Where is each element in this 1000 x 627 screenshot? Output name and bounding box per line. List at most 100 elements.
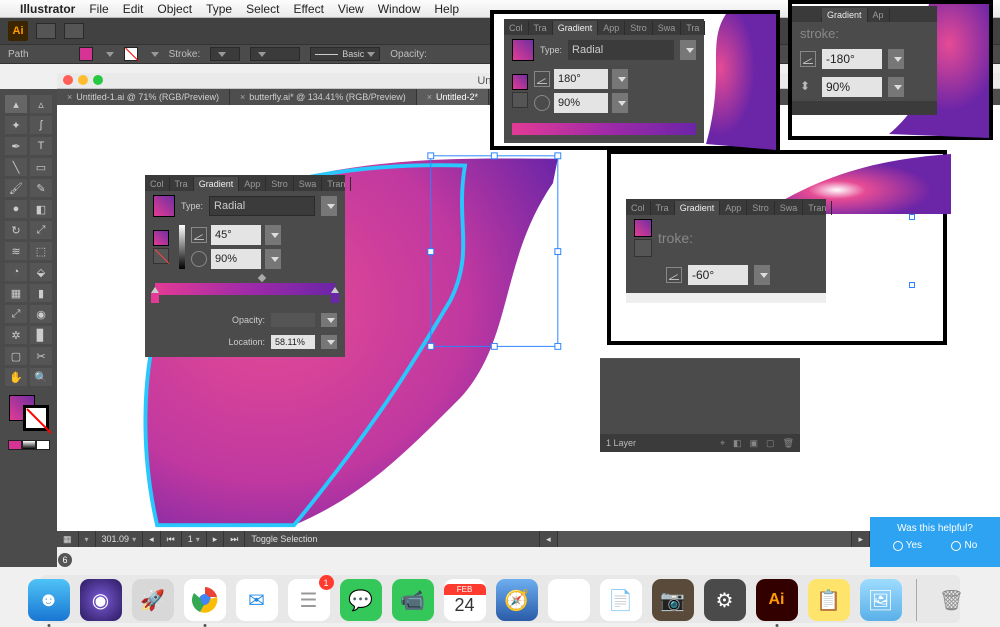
- tab-transparency[interactable]: Tra: [529, 21, 553, 35]
- photobooth-icon[interactable]: 📷: [652, 579, 694, 621]
- aspect-stepper[interactable]: [265, 249, 281, 269]
- stop-opacity-field[interactable]: [271, 313, 315, 327]
- preview-icon[interactable]: 🖼: [860, 579, 902, 621]
- finder-icon[interactable]: ☻: [28, 579, 70, 621]
- menu-edit[interactable]: Edit: [123, 2, 144, 16]
- tab-untitled-1[interactable]: ×Untitled-1.ai @ 71% (RGB/Preview): [57, 89, 230, 105]
- line-tool[interactable]: ╲: [5, 158, 27, 176]
- rectangle-tool[interactable]: ▭: [30, 158, 52, 176]
- gradient-stop-left[interactable]: [151, 293, 159, 303]
- menu-help[interactable]: Help: [434, 2, 459, 16]
- artboard-last[interactable]: ⏭: [224, 531, 245, 547]
- stroke-dropdown-icon[interactable]: [151, 52, 159, 57]
- fill-target[interactable]: [512, 74, 528, 90]
- angle-field[interactable]: 180°: [554, 69, 608, 89]
- location-field[interactable]: 58.11%: [271, 335, 315, 349]
- tab-swatches[interactable]: Swa: [775, 201, 804, 215]
- mail-icon[interactable]: ✉: [236, 579, 278, 621]
- tab-color[interactable]: Col: [145, 177, 170, 191]
- stroke-weight[interactable]: [210, 47, 240, 61]
- menu-select[interactable]: Select: [246, 2, 279, 16]
- launchpad-icon[interactable]: 🚀: [132, 579, 174, 621]
- magic-wand-tool[interactable]: ✦: [5, 116, 27, 134]
- type-tool[interactable]: T: [30, 137, 52, 155]
- tab-swatches[interactable]: Swa: [653, 21, 682, 35]
- paintbrush-tool[interactable]: 🖌: [5, 179, 27, 197]
- type-dropdown-icon[interactable]: [321, 196, 337, 216]
- fill-dropdown-icon[interactable]: [106, 52, 114, 57]
- pencil-tool[interactable]: ✎: [30, 179, 52, 197]
- safari-icon[interactable]: 🧭: [496, 579, 538, 621]
- graph-tool[interactable]: ▊: [30, 326, 52, 344]
- layers-list[interactable]: [600, 359, 800, 434]
- width-tool[interactable]: ≋: [5, 242, 27, 260]
- close-icon[interactable]: ×: [240, 92, 245, 102]
- tab-stroke[interactable]: Stro: [747, 201, 775, 215]
- aspect-stepper[interactable]: [612, 93, 628, 113]
- gradient-panel[interactable]: Col Tra Gradient App Stro Swa Tran Type:…: [145, 175, 345, 357]
- rotate-tool[interactable]: ↻: [5, 221, 27, 239]
- tab-stroke[interactable]: Stro: [266, 177, 294, 191]
- app-menu[interactable]: Illustrator: [20, 2, 75, 16]
- tab-color[interactable]: Col: [504, 21, 529, 35]
- location-stepper[interactable]: [321, 335, 337, 349]
- angle-stepper[interactable]: [754, 265, 770, 285]
- tab-appearance[interactable]: App: [239, 177, 266, 191]
- gradient-type-select[interactable]: Radial: [209, 196, 315, 216]
- stroke-target[interactable]: [634, 239, 652, 257]
- shape-builder-tool[interactable]: ◔: [5, 263, 27, 281]
- stroke-color[interactable]: [23, 405, 49, 431]
- bridge-button[interactable]: [36, 23, 56, 39]
- stroke-swatch[interactable]: [124, 47, 138, 61]
- perspective-tool[interactable]: ⬙: [30, 263, 52, 281]
- gradient-ramp[interactable]: [512, 123, 696, 135]
- facetime-icon[interactable]: 📹: [392, 579, 434, 621]
- tab-transparency[interactable]: Tra: [170, 177, 194, 191]
- tab-transform[interactable]: Tran: [803, 201, 832, 215]
- fill-stroke-control[interactable]: [7, 393, 51, 433]
- artboard-prev[interactable]: ◂: [143, 531, 161, 547]
- minimize-window[interactable]: [78, 75, 88, 85]
- messages-icon[interactable]: 💬: [340, 579, 382, 621]
- angle-field[interactable]: -180°: [822, 49, 882, 69]
- angle-field[interactable]: 45°: [211, 225, 261, 245]
- gradient-slider-vertical[interactable]: [179, 225, 185, 269]
- gradient-stop-right[interactable]: [331, 293, 339, 303]
- menu-type[interactable]: Type: [206, 2, 232, 16]
- aspect-field[interactable]: 90%: [211, 249, 261, 269]
- scale-tool[interactable]: ⤢: [30, 221, 52, 239]
- arrange-button[interactable]: [64, 23, 84, 39]
- brush-style[interactable]: Basic: [310, 47, 380, 61]
- mesh-tool[interactable]: ▦: [5, 284, 27, 302]
- menu-file[interactable]: File: [89, 2, 108, 16]
- feedback-yes[interactable]: Yes: [893, 540, 922, 551]
- zoom-window[interactable]: [93, 75, 103, 85]
- new-layer-icon[interactable]: ▢: [766, 438, 775, 449]
- menu-window[interactable]: Window: [378, 2, 421, 16]
- hand-tool[interactable]: ✋: [5, 368, 27, 386]
- tab-appearance[interactable]: App: [598, 21, 625, 35]
- make-clipping-mask-icon[interactable]: ◧: [733, 438, 742, 449]
- tab-appearance[interactable]: Ap: [868, 8, 890, 22]
- tab-appearance[interactable]: App: [720, 201, 747, 215]
- aspect-field[interactable]: 90%: [554, 93, 608, 113]
- zoom-presets[interactable]: ▾: [79, 531, 96, 547]
- slice-tool[interactable]: ✂: [30, 347, 52, 365]
- lasso-tool[interactable]: ʃ: [30, 116, 52, 134]
- illustrator-dock-icon[interactable]: Ai: [756, 579, 798, 621]
- none-mode[interactable]: [36, 440, 50, 450]
- tab-swatches[interactable]: Swa: [294, 177, 323, 191]
- aspect-field[interactable]: 90%: [822, 77, 882, 97]
- calendar-icon[interactable]: FEB24: [444, 579, 486, 621]
- tab-gradient[interactable]: Gradient: [675, 201, 721, 215]
- pen-tool[interactable]: ✒: [5, 137, 27, 155]
- fill-target[interactable]: [634, 219, 652, 237]
- gradient-preview[interactable]: [512, 39, 534, 61]
- tab-untitled-2[interactable]: ×Untitled-2*: [417, 89, 489, 105]
- tab-gradient[interactable]: Gradient: [822, 8, 868, 22]
- zoom-tool[interactable]: 🔍: [30, 368, 52, 386]
- scrollbar-h[interactable]: [558, 531, 853, 547]
- feedback-no[interactable]: No: [951, 540, 977, 551]
- artboard-next[interactable]: ▸: [207, 531, 225, 547]
- selection-handle[interactable]: [909, 282, 915, 288]
